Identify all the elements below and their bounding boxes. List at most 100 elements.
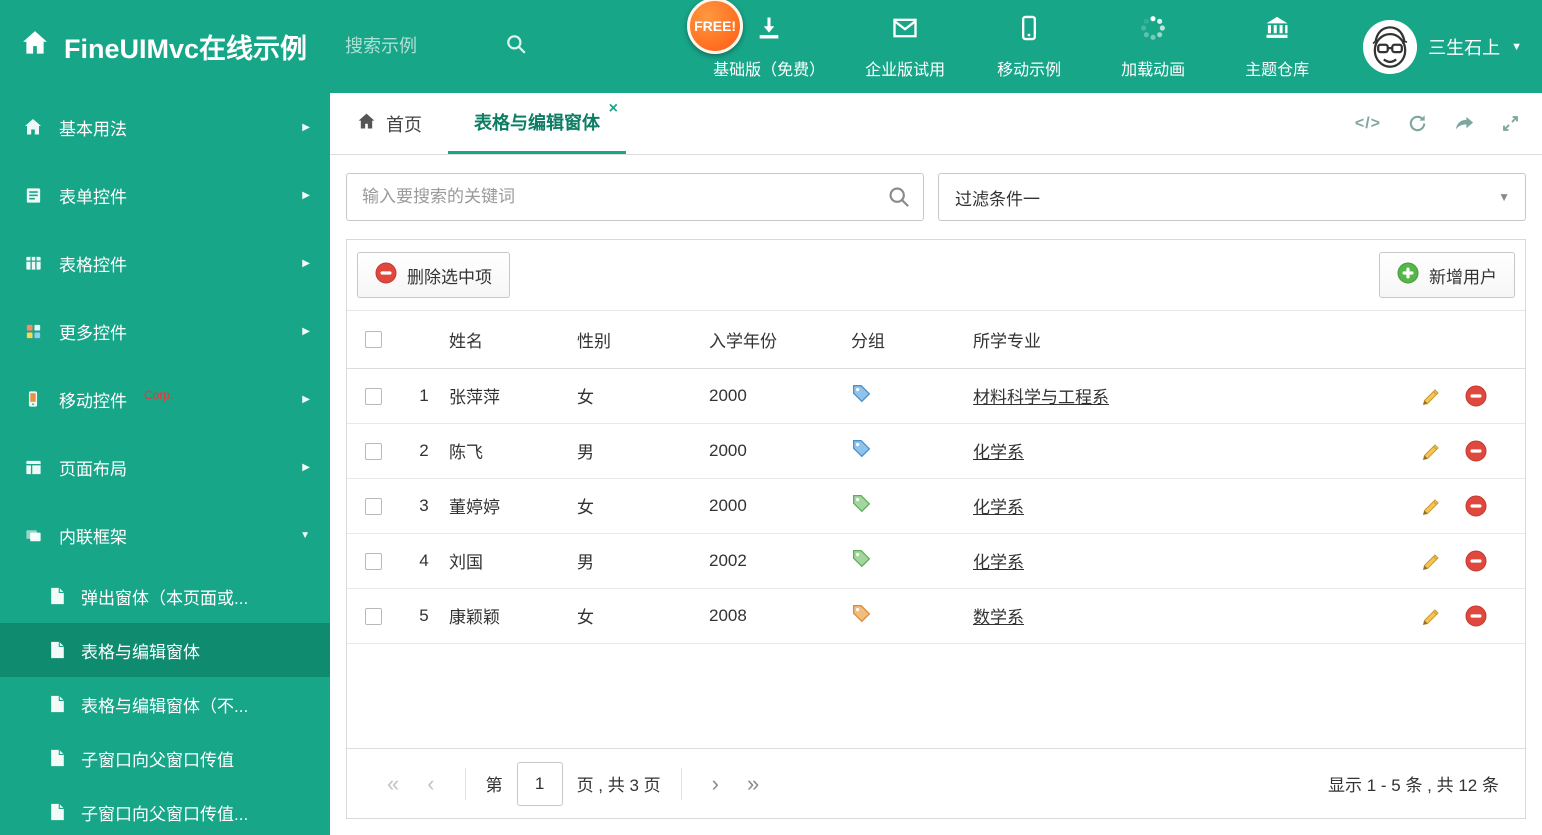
- table-row: 4 刘国男 2002 化学系: [347, 533, 1525, 589]
- next-page-button[interactable]: ›: [712, 772, 719, 795]
- delete-icon[interactable]: [1465, 495, 1487, 517]
- sidebar-subitem-label: 子窗口向父窗口传值...: [81, 804, 249, 824]
- edit-icon[interactable]: [1421, 440, 1443, 462]
- download-icon: [755, 14, 783, 47]
- tag-icon[interactable]: [851, 548, 872, 569]
- sidebar-item-basic-usage[interactable]: 基本用法 ▶: [0, 93, 330, 161]
- tab-home[interactable]: 首页: [330, 93, 448, 154]
- chevron-down-icon: ▼: [300, 529, 310, 541]
- tab-grid-edit-window[interactable]: 表格与编辑窗体 ×: [448, 93, 626, 154]
- add-user-button[interactable]: 新增用户: [1379, 252, 1515, 298]
- column-header-name[interactable]: 姓名: [449, 311, 577, 369]
- nav-item-enterprise[interactable]: 企业版试用: [861, 14, 949, 80]
- cell-year: 2000: [709, 478, 851, 534]
- tag-icon[interactable]: [851, 493, 872, 514]
- brand[interactable]: FineUIMvc在线示例: [20, 27, 307, 66]
- cell-gender: 男: [577, 533, 709, 589]
- edit-icon[interactable]: [1421, 385, 1443, 407]
- sidebar-subitem-label: 表格与编辑窗体（不...: [81, 696, 249, 716]
- column-header-gender[interactable]: 性别: [577, 311, 709, 369]
- sidebar-item-grid-controls[interactable]: 表格控件 ▶: [0, 229, 330, 297]
- plus-circle-icon: [1397, 262, 1419, 289]
- file-icon: [46, 641, 68, 659]
- chevron-right-icon: ▶: [302, 393, 310, 405]
- edit-icon[interactable]: [1421, 495, 1443, 517]
- delete-selected-button[interactable]: 删除选中项: [357, 252, 510, 298]
- edit-icon[interactable]: [1421, 605, 1443, 627]
- refresh-icon[interactable]: [1407, 113, 1428, 134]
- nav-item-mobile-demo[interactable]: 移动示例: [985, 14, 1073, 80]
- major-link[interactable]: 化学系: [973, 553, 1024, 572]
- delete-icon[interactable]: [1465, 440, 1487, 462]
- sidebar-item-inline-frame[interactable]: 内联框架 ▼: [0, 501, 330, 569]
- cell-name: 刘国: [449, 533, 577, 589]
- tag-icon[interactable]: [851, 603, 872, 624]
- major-link[interactable]: 材料科学与工程系: [973, 388, 1109, 407]
- row-checkbox[interactable]: [364, 607, 382, 625]
- column-header-major[interactable]: 所学专业: [973, 311, 1399, 369]
- last-page-button[interactable]: »: [747, 772, 759, 795]
- tag-icon[interactable]: [851, 383, 872, 404]
- chevron-right-icon: ▶: [302, 121, 310, 133]
- header-search-input[interactable]: [343, 35, 494, 58]
- delete-icon[interactable]: [1465, 605, 1487, 627]
- sidebar-item-form-controls[interactable]: 表单控件 ▶: [0, 161, 330, 229]
- keyword-search-input[interactable]: [346, 173, 924, 221]
- search-icon[interactable]: [505, 33, 527, 60]
- page-prefix: 第: [485, 776, 503, 795]
- table-row: 5 康颖颖女 2008 数学系: [347, 588, 1525, 644]
- column-header-group[interactable]: 分组: [851, 311, 973, 369]
- sidebar-item-more-controls[interactable]: 更多控件 ▶: [0, 297, 330, 365]
- cell-year: 2000: [709, 368, 851, 424]
- tag-icon[interactable]: [851, 438, 872, 459]
- fullscreen-icon[interactable]: [1501, 114, 1520, 133]
- column-header-year[interactable]: 入学年份: [709, 311, 851, 369]
- filter-dropdown[interactable]: 过滤条件一 ▼: [938, 173, 1526, 221]
- select-all-checkbox[interactable]: [364, 331, 382, 349]
- free-badge: FREE!: [687, 0, 744, 54]
- nav-label: 基础版（免费）: [713, 61, 826, 79]
- sidebar-subitem-grid-edit-window-2[interactable]: 表格与编辑窗体（不...: [0, 677, 330, 731]
- prev-page-button[interactable]: ‹: [427, 772, 434, 795]
- page-number-input[interactable]: [516, 761, 563, 806]
- delete-icon[interactable]: [1465, 385, 1487, 407]
- minus-circle-icon: [375, 262, 397, 289]
- nav-label: 加载动画: [1121, 61, 1186, 79]
- sidebar-subitem-child-to-parent-2[interactable]: 子窗口向父窗口传值...: [0, 785, 330, 835]
- header-search: [343, 33, 527, 60]
- table-header-row: 姓名 性别 入学年份 分组 所学专业: [347, 311, 1525, 369]
- row-checkbox[interactable]: [364, 497, 382, 515]
- major-link[interactable]: 数学系: [973, 608, 1024, 627]
- cell-year: 2002: [709, 533, 851, 589]
- edit-icon[interactable]: [1421, 550, 1443, 572]
- table-row: 3 董婷婷女 2000 化学系: [347, 478, 1525, 534]
- sidebar-subitem-popup-window[interactable]: 弹出窗体（本页面或...: [0, 569, 330, 623]
- app-title: FineUIMvc在线示例: [64, 34, 308, 64]
- tab-tools: </>: [1355, 93, 1542, 154]
- grid-wrap: 姓名 性别 入学年份 分组 所学专业 1 张萍萍女 2000 材料科学与工程系 2 陈飞男…: [347, 311, 1525, 748]
- row-checkbox[interactable]: [364, 442, 382, 460]
- nav-item-basic-free[interactable]: FREE! 基础版（免费）: [687, 0, 826, 80]
- major-link[interactable]: 化学系: [973, 443, 1024, 462]
- close-icon[interactable]: ×: [609, 101, 618, 117]
- user-menu[interactable]: 三生石上 ▼: [1363, 19, 1522, 74]
- sidebar: 基本用法 ▶ 表单控件 ▶ 表格控件 ▶ 更多控件 ▶ 移动控件 Corp. ▶ 页面布局 ▶ 内联框架 ▼…: [0, 93, 330, 835]
- first-page-button[interactable]: «: [387, 772, 399, 795]
- open-new-window-icon[interactable]: [1454, 113, 1475, 134]
- search-icon[interactable]: [887, 185, 911, 214]
- source-code-icon[interactable]: </>: [1355, 115, 1381, 133]
- delete-icon[interactable]: [1465, 550, 1487, 572]
- sidebar-item-label: 更多控件: [59, 323, 127, 343]
- sidebar-subitem-grid-edit-window[interactable]: 表格与编辑窗体: [0, 623, 330, 677]
- sidebar-item-page-layout[interactable]: 页面布局 ▶: [0, 433, 330, 501]
- row-checkbox[interactable]: [364, 387, 382, 405]
- sidebar-subitem-child-to-parent[interactable]: 子窗口向父窗口传值: [0, 731, 330, 785]
- row-index: 5: [399, 588, 449, 644]
- chevron-right-icon: ▶: [302, 257, 310, 269]
- major-link[interactable]: 化学系: [973, 498, 1024, 517]
- sidebar-item-label: 表格控件: [59, 255, 127, 275]
- row-checkbox[interactable]: [364, 552, 382, 570]
- nav-item-loading-anim[interactable]: 加载动画: [1109, 14, 1197, 80]
- sidebar-item-mobile-controls[interactable]: 移动控件 Corp. ▶: [0, 365, 330, 433]
- nav-item-theme-store[interactable]: 主题仓库: [1233, 14, 1321, 80]
